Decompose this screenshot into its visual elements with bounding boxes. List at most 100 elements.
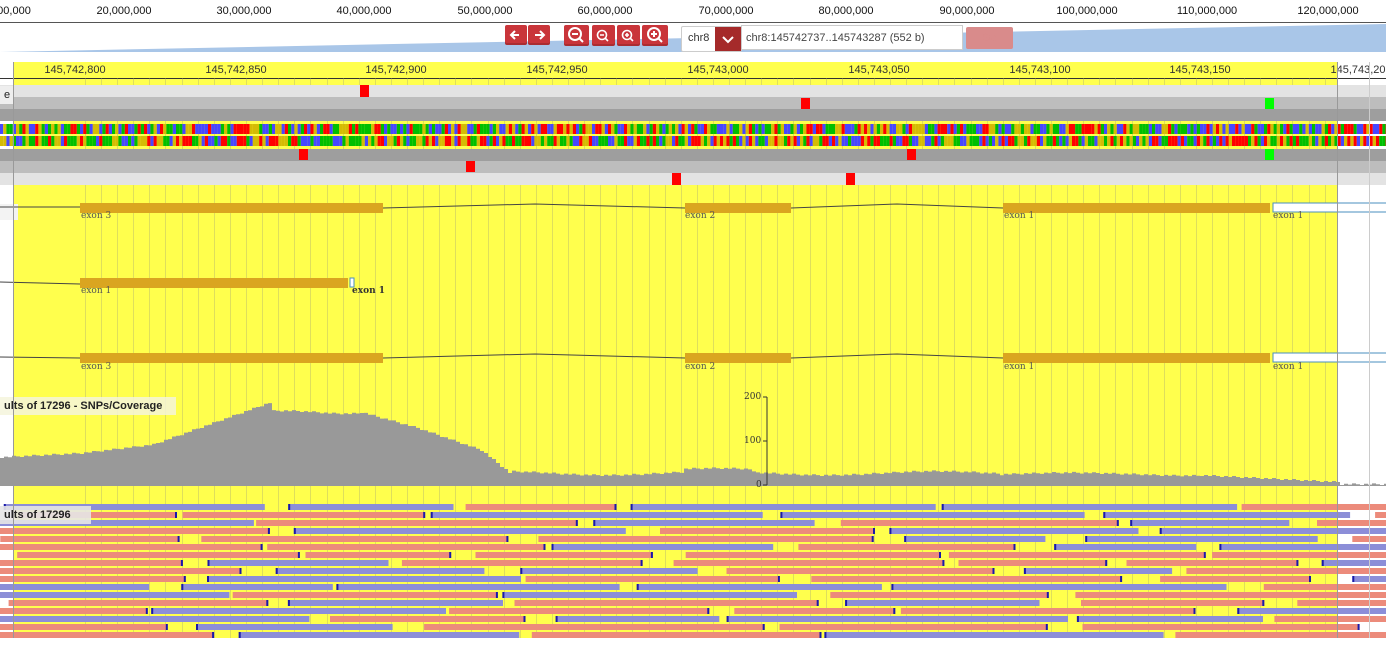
read [734, 608, 896, 614]
read [0, 608, 148, 614]
overview-tick: 80,000,000 [818, 5, 874, 17]
exon-label: exon 1 [1273, 211, 1304, 221]
read-end-mark [941, 504, 944, 510]
read [0, 544, 263, 550]
read [520, 568, 698, 574]
pan-right-button[interactable] [528, 25, 550, 45]
chromosome-select[interactable]: chr8 [681, 26, 742, 52]
read [1054, 544, 1197, 550]
read-end-mark [593, 520, 596, 526]
read [531, 632, 822, 638]
overview-ruler[interactable]: 00,000 20,000,000 30,000,000 40,000,000 … [0, 0, 1386, 23]
read-end-mark [293, 528, 296, 534]
read [779, 624, 1048, 630]
read-end-mark [430, 512, 433, 518]
read-end-mark [1357, 624, 1360, 630]
read-end-mark [939, 552, 941, 558]
read-end-mark [506, 536, 509, 542]
scale-ruler[interactable]: 145,742,800 145,742,850 145,742,900 145,… [0, 62, 1386, 79]
read-end-mark [165, 624, 168, 630]
scale-tick: 145,742,850 [205, 64, 267, 76]
exon-label: exon 2 [685, 362, 716, 372]
read-end-mark [543, 544, 546, 550]
zoom-in-small-button[interactable] [617, 25, 640, 46]
coverage-axis-tick: 100 [744, 436, 762, 446]
read-end-mark [502, 592, 505, 598]
read [891, 584, 1227, 590]
read-end-mark [336, 584, 339, 590]
scale-tick: 145,743,20 [1330, 64, 1386, 76]
stop-codon-marks [299, 85, 1274, 185]
read-end-mark [777, 576, 780, 582]
read-end-mark [238, 632, 241, 638]
read-end-mark [816, 600, 819, 606]
read [798, 544, 1016, 550]
read-end-mark [555, 616, 558, 622]
arrow-left-icon [509, 30, 519, 40]
zoom-out-small-button[interactable] [592, 25, 615, 46]
highlight-right-edge [1337, 62, 1338, 638]
overview-tick: 20,000,000 [96, 5, 152, 17]
read [305, 552, 452, 558]
reference-track-label[interactable]: e [0, 86, 15, 104]
exon-feature [1003, 203, 1270, 213]
read [551, 544, 774, 550]
exon-feature [80, 203, 383, 213]
read-end-mark [893, 608, 896, 614]
read [538, 536, 874, 542]
read-end-mark [266, 600, 269, 606]
exon-feature [80, 353, 383, 363]
read [830, 592, 1049, 598]
coverage-track-label[interactable]: ults of 17296 - SNPs/Coverage [0, 397, 176, 415]
read-end-mark [1296, 560, 1299, 566]
read [1219, 544, 1386, 550]
go-button[interactable]: Go [966, 27, 1013, 49]
read-end-mark [762, 624, 765, 630]
read-end-mark [1309, 576, 1311, 582]
read [900, 608, 1196, 614]
read-end-mark [1193, 608, 1196, 614]
pan-left-button[interactable] [505, 25, 527, 45]
read [845, 600, 1040, 606]
zoom-in-icon [647, 27, 663, 43]
overview-tick: 120,000,000 [1297, 5, 1359, 17]
chevron-down-icon[interactable] [715, 27, 741, 51]
read-end-mark [640, 560, 643, 566]
read [0, 528, 270, 534]
read [1317, 520, 1386, 526]
read [207, 576, 521, 582]
read-end-mark [239, 568, 242, 574]
zoom-out-large-button[interactable] [564, 25, 589, 46]
read [207, 560, 389, 566]
coverage-histogram [0, 403, 1386, 486]
read-end-mark [1237, 608, 1240, 614]
read [401, 560, 643, 566]
exon-label: exon 1 [1004, 362, 1035, 372]
read-end-mark [780, 512, 783, 518]
read-end-mark [1116, 520, 1119, 526]
read [1023, 568, 1173, 574]
zoom-in-large-button[interactable] [642, 25, 668, 46]
read [1103, 512, 1351, 518]
read-end-mark [904, 536, 907, 542]
read [0, 584, 150, 590]
read [0, 568, 242, 574]
read-end-mark [636, 584, 639, 590]
read-end-mark [1120, 576, 1123, 582]
exon-feature [1003, 353, 1270, 363]
read [256, 520, 578, 526]
read-end-mark [1023, 568, 1026, 574]
zoom-in-icon [621, 29, 634, 42]
read [330, 616, 526, 622]
coverage-axis-tick: 0 [756, 480, 762, 490]
read [685, 552, 941, 558]
read-end-mark [992, 568, 995, 574]
read-end-mark [180, 560, 183, 566]
read [514, 600, 819, 606]
chromosome-value: chr8 [688, 32, 710, 44]
read-end-mark [1013, 544, 1016, 550]
read [0, 560, 184, 566]
exon-label: exon 3 [81, 211, 112, 221]
location-input[interactable] [741, 25, 963, 50]
read-end-mark [423, 512, 426, 518]
